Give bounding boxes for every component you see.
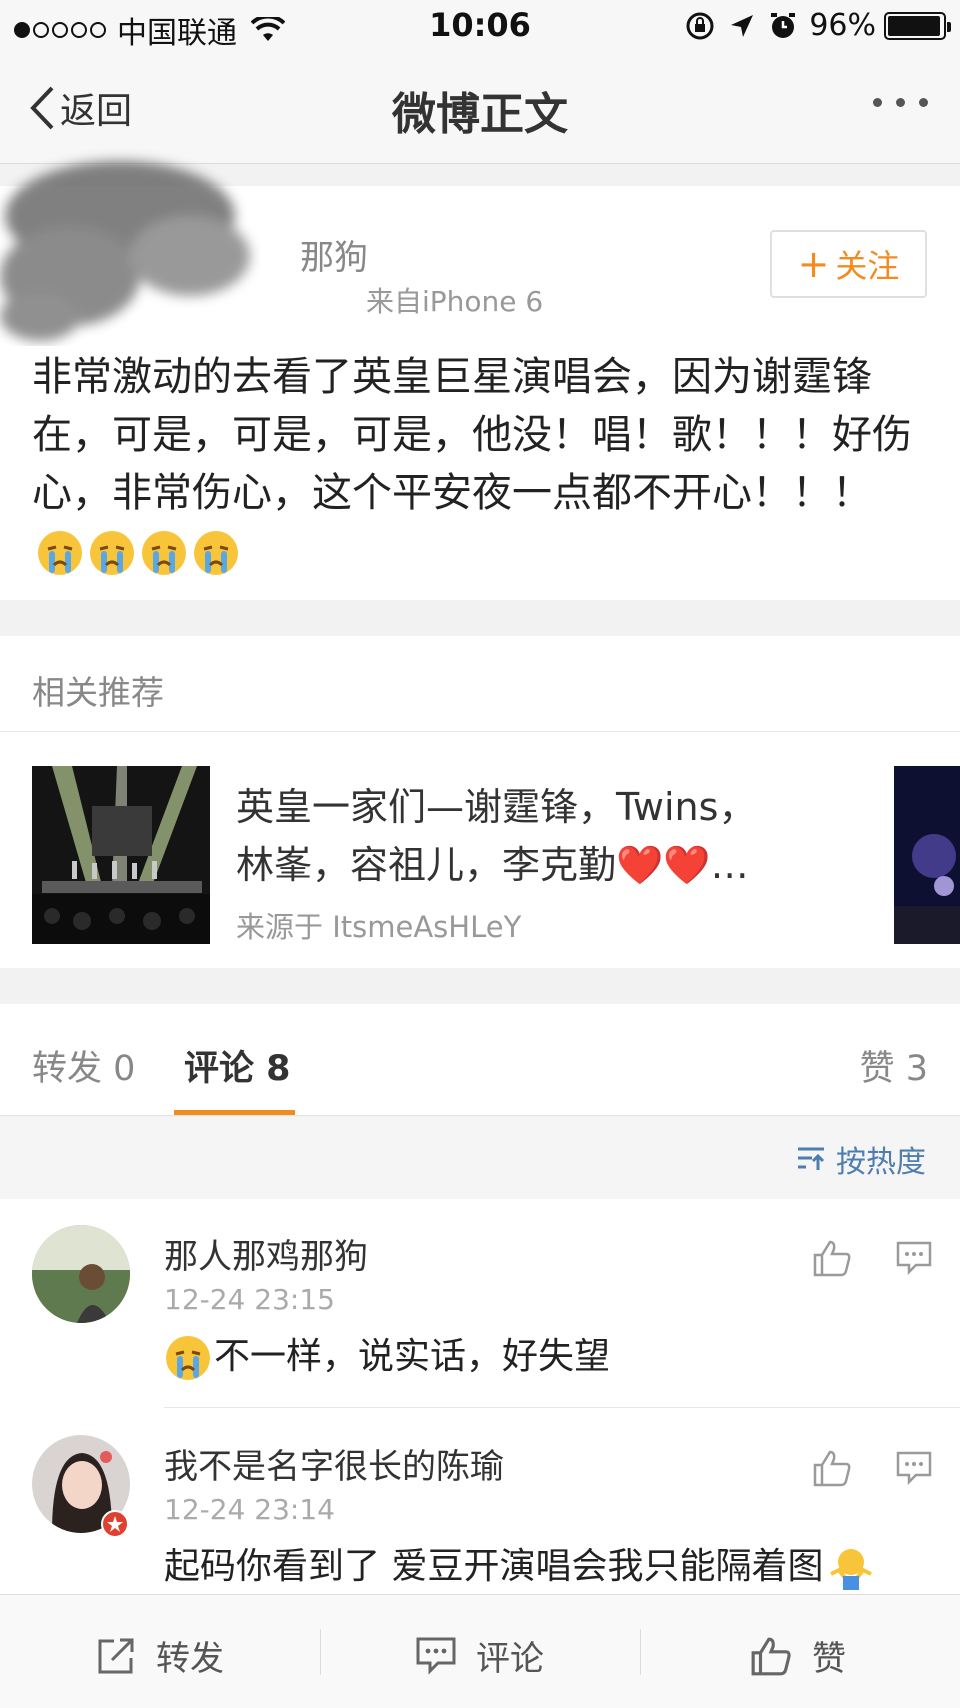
- crying-face-icon: [194, 531, 238, 575]
- recommend-source: 来源于 ItsmeAsHLeY: [236, 910, 522, 944]
- sort-label: 按热度: [836, 1145, 926, 1180]
- recommend-title-line2[interactable]: 林峯，容祖儿，李克勤❤️❤️…: [236, 834, 749, 889]
- alarm-icon: [771, 12, 796, 38]
- thumbs-up-icon[interactable]: [812, 1239, 852, 1277]
- comment-list: 那人那鸡那狗 12-24 23:15 不一样，说实话，好失望 我不是名字很长的陈…: [0, 1199, 960, 1599]
- sort-by-hot-button[interactable]: 按热度: [796, 1137, 926, 1181]
- tab-like[interactable]: 赞 3: [860, 1040, 928, 1091]
- crying-face-icon: [166, 1336, 210, 1380]
- section-title: 相关推荐: [32, 673, 164, 712]
- active-tab-indicator: [174, 1110, 295, 1115]
- comment-body: 起码你看到了 爱豆开演唱会我只能隔着图: [164, 1546, 824, 1587]
- post-body: 非常激动的去看了英皇巨星演唱会，因为谢霆锋在，可是，可是，可是，他没！唱！歌！！…: [32, 354, 912, 516]
- reply-comment-icon[interactable]: [896, 1451, 932, 1485]
- comment-text: 起码你看到了 爱豆开演唱会我只能隔着图: [164, 1537, 875, 1592]
- plus-icon: +: [797, 242, 830, 286]
- bottom-action-bar: 转发 评论 赞: [0, 1594, 960, 1708]
- avatar[interactable]: [32, 1225, 130, 1323]
- repost-button[interactable]: 转发: [96, 1631, 224, 1680]
- comment-author[interactable]: 那人那鸡那狗: [164, 1229, 368, 1278]
- post-source: 来自iPhone 6: [366, 285, 544, 318]
- follow-label: 关注: [835, 247, 900, 285]
- repost-label: 转发: [156, 1639, 224, 1679]
- post-text: 非常激动的去看了英皇巨星演唱会，因为谢霆锋在，可是，可是，可是，他没！唱！歌！！…: [32, 348, 922, 580]
- interaction-tabs: 转发 0 评论 8 赞 3: [0, 1004, 960, 1116]
- author-name[interactable]: 那狗: [300, 230, 368, 279]
- divider: [640, 1629, 641, 1675]
- comment-body: 不一样，说实话，好失望: [214, 1336, 611, 1377]
- divider: [320, 1629, 321, 1675]
- comment-text: 不一样，说实话，好失望: [164, 1327, 610, 1382]
- crying-face-icon: [38, 531, 82, 575]
- crying-face-icon: [142, 531, 186, 575]
- page-title: 微博正文: [392, 89, 568, 140]
- obscured-avatar-scribble: [0, 161, 250, 341]
- thumbs-up-icon: [751, 1637, 791, 1675]
- sort-icon: [798, 1147, 825, 1170]
- divider: [164, 1407, 960, 1408]
- battery-percent: 96%: [809, 8, 876, 43]
- comment-bubble-icon: [416, 1637, 456, 1675]
- sort-bar: 按热度: [0, 1117, 960, 1199]
- like-label: 赞: [812, 1639, 846, 1679]
- reply-comment-icon[interactable]: [896, 1241, 932, 1275]
- emoji-row: [32, 528, 240, 575]
- share-arrow-icon: [98, 1638, 134, 1673]
- tab-repost[interactable]: 转发 0: [32, 1040, 135, 1091]
- rotation-lock-icon: [686, 12, 714, 39]
- divider: [0, 731, 960, 732]
- follow-button[interactable]: + 关注: [770, 230, 927, 298]
- related-recommendations: 相关推荐 英皇一家们—谢霆锋，Twins， 林峯，容祖儿，李克勤❤️❤️… 来源…: [0, 636, 960, 968]
- weibo-post: 那狗 来自iPhone 6 + 关注 非常激动的去看了英皇巨星演唱会，因为谢霆锋…: [0, 161, 960, 600]
- location-arrow-icon: [731, 14, 754, 37]
- like-button[interactable]: 赞: [750, 1631, 846, 1680]
- comment-label: 评论: [476, 1639, 544, 1679]
- thumbs-up-icon[interactable]: [812, 1449, 852, 1487]
- comment-time: 12-24 23:14: [164, 1493, 335, 1526]
- next-thumbnail[interactable]: [894, 766, 960, 944]
- concert-thumbnail[interactable]: [32, 766, 210, 944]
- comment-time: 12-24 23:15: [164, 1283, 335, 1316]
- status-bar: 中国联通 10:06 96%: [0, 0, 960, 52]
- more-options-icon[interactable]: [859, 98, 928, 107]
- comment-button[interactable]: 评论: [416, 1631, 544, 1680]
- crying-face-icon: [90, 531, 134, 575]
- comment-author[interactable]: 我不是名字很长的陈瑜: [164, 1439, 504, 1488]
- shrug-emoji-icon: [830, 1549, 873, 1590]
- status-right: 96%: [685, 8, 951, 43]
- recommend-title-line1[interactable]: 英皇一家们—谢霆锋，Twins，: [236, 776, 756, 831]
- tab-comment[interactable]: 评论 8: [184, 1040, 291, 1091]
- verified-badge-icon: [101, 1510, 129, 1538]
- battery-icon: [884, 11, 951, 40]
